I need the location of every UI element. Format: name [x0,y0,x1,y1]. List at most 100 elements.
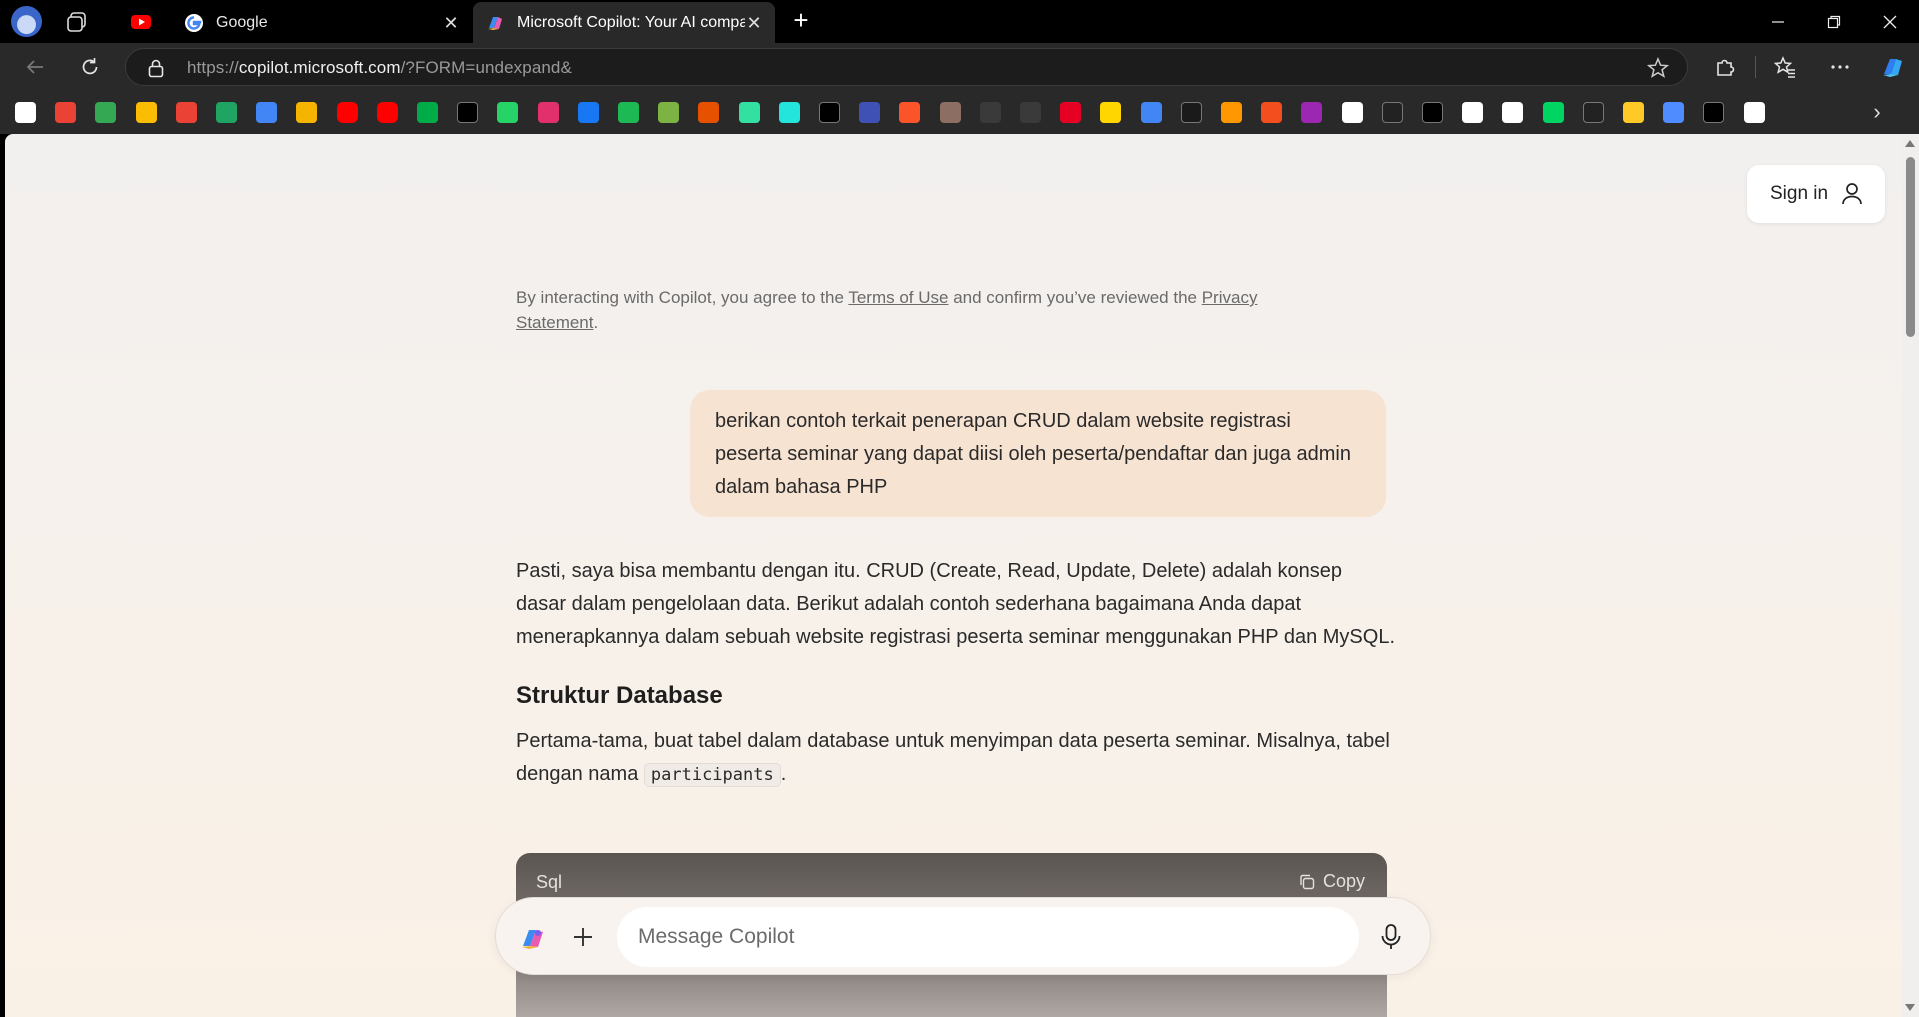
attach-button[interactable] [566,920,600,954]
message-input[interactable] [617,907,1359,967]
favorites-button[interactable] [1771,53,1799,81]
figma-icon[interactable] [1261,102,1283,123]
favorites-overflow-chevron-icon[interactable]: › [1866,101,1888,123]
sign-in-button[interactable]: Sign in [1747,165,1885,223]
close-icon[interactable]: ✕ [745,14,763,32]
assistant-answer: Pasti, saya bisa membantu dengan itu. CR… [516,555,1396,792]
tab-copilot[interactable]: Microsoft Copilot: Your AI compan ✕ [473,2,775,43]
pinterest-icon[interactable] [1060,102,1082,123]
close-icon [1883,15,1897,28]
voice-button[interactable] [1374,920,1408,954]
copilot-page: Sign in By interacting with Copilot, you… [5,134,1919,1017]
terms-of-use-link[interactable]: Terms of Use [848,288,948,307]
new-tab-button[interactable]: + [788,7,814,34]
site-icon[interactable] [1301,102,1323,123]
user-message: berikan contoh terkait penerapan CRUD da… [690,390,1386,517]
google-icon[interactable] [15,102,36,123]
site-icon[interactable] [1221,102,1242,123]
brave-icon[interactable] [899,102,921,123]
tab-title: Microsoft Copilot: Your AI compan [517,13,745,31]
favorites-list-icon [1774,56,1795,78]
translate-icon[interactable] [1140,102,1162,123]
workspaces-icon[interactable] [66,11,88,33]
address-bar[interactable]: https://copilot.microsoft.com/?FORM=unde… [125,48,1688,86]
back-button[interactable] [21,53,49,81]
back-arrow-icon [26,60,43,74]
youtube-pinned-tab-icon[interactable] [130,11,152,33]
extensions-button[interactable] [1711,53,1739,81]
close-icon[interactable]: ✕ [442,14,460,32]
google-g-icon [185,13,203,32]
lock-icon[interactable] [147,58,165,78]
puzzle-icon [1717,59,1735,76]
site-icon[interactable] [1381,102,1403,123]
keep-icon[interactable] [135,102,157,123]
instagram-icon[interactable] [537,102,559,123]
photos-icon[interactable] [175,102,197,123]
message-composer [495,897,1431,975]
shop-icon[interactable] [698,102,720,123]
sign-in-label: Sign in [1770,183,1829,204]
unsplash-icon[interactable] [1703,102,1725,123]
site-icon[interactable] [1623,102,1644,123]
youtube-icon[interactable] [376,102,398,123]
calendar-icon[interactable] [256,102,278,123]
maps-icon[interactable] [95,102,117,123]
browser-toolbar: https://copilot.microsoft.com/?FORM=unde… [0,43,1919,91]
answer-intro: Pasti, saya bisa membantu dengan itu. CR… [516,560,1396,648]
goodreads-icon[interactable] [1462,102,1484,123]
openai-icon[interactable] [1341,102,1363,123]
more-dots-icon [1831,65,1849,69]
facebook-icon[interactable] [577,102,599,123]
scroll-up-icon[interactable] [1905,140,1915,147]
x-alt-icon[interactable] [819,102,840,123]
settings-more-button[interactable] [1826,53,1854,81]
whatsapp-icon[interactable] [497,102,519,123]
youtube-icon[interactable] [336,102,358,123]
gmail-icon[interactable] [55,102,77,123]
github-icon[interactable] [1020,102,1041,123]
site-icon[interactable] [658,102,680,123]
minimize-button[interactable] [1750,0,1806,43]
answer-paragraph: Pertama-tama, buat tabel dalam database … [516,730,1390,787]
scroll-thumb[interactable] [1906,157,1915,337]
github-icon[interactable] [979,102,1001,123]
threads-icon[interactable] [1743,102,1765,123]
olx-icon[interactable] [778,102,800,123]
scroll-down-icon[interactable] [1905,1004,1915,1011]
site-icon[interactable] [1582,102,1604,123]
copy-code-button[interactable]: Copy [1299,871,1365,892]
favorite-star-icon[interactable] [1647,57,1669,79]
toolbar-divider [1755,56,1756,78]
copilot-icon [488,16,502,30]
microphone-icon [1381,924,1401,949]
restore-button[interactable] [1806,0,1862,43]
meet-icon[interactable] [417,102,438,123]
site-icon[interactable] [1100,102,1122,123]
page-scrollbar[interactable] [1902,134,1919,1017]
prime-icon[interactable] [1180,102,1202,123]
tiktok-icon[interactable] [1422,102,1443,123]
copilot-icon [1883,59,1902,77]
forms-icon[interactable] [859,102,881,123]
url-text[interactable]: https://copilot.microsoft.com/?FORM=unde… [187,58,572,78]
close-window-button[interactable] [1862,0,1918,43]
tripadvisor-icon[interactable] [738,102,760,123]
profile-avatar-icon[interactable] [11,6,42,37]
refresh-button[interactable] [76,53,104,81]
slides-icon[interactable] [296,102,318,123]
copilot-sidebar-button[interactable] [1879,53,1907,81]
gemini-icon[interactable] [1663,102,1685,123]
avatar-icon[interactable] [939,102,961,123]
copy-icon [1300,874,1315,889]
tab-strip: Google ✕ Microsoft Copilot: Your AI comp… [0,0,1919,43]
webtoon-icon[interactable] [1542,102,1564,123]
drive-icon[interactable] [216,102,237,123]
tab-google[interactable]: Google ✕ [172,2,472,43]
inline-code: participants [643,763,781,787]
copilot-logo-icon [522,930,543,949]
x-icon[interactable] [457,102,479,123]
site-icon[interactable] [1502,102,1524,123]
spotify-icon[interactable] [618,102,639,123]
user-icon [1842,183,1862,205]
